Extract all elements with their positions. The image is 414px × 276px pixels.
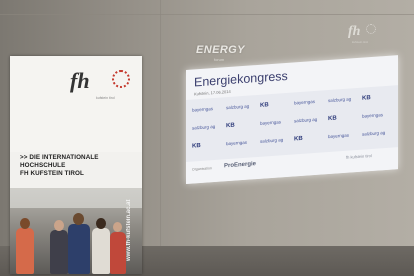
banner-photo [10,188,142,274]
student-figure [16,228,34,274]
energy-logo: ENERGY [196,44,245,56]
sponsor-logo: bayerngas [362,112,384,119]
screen-date: Kufstein, 17.06.2014 [194,88,231,97]
footer-logo: ProEnergie [224,161,257,170]
banner-tagline: >> DIE INTERNATIONALE HOCHSCHULE FH KUFS… [20,154,138,178]
footer-label: Organisation [192,166,212,172]
fh-logo-subtext: kufstein tirol [96,96,115,100]
projection-screen: Energiekongress Kufstein, 17.06.2014 bay… [186,55,398,185]
student-figure [68,224,90,274]
student-head [73,213,84,225]
sponsor-logo: KB [362,95,371,102]
banner-header: fh kufstein tirol [10,56,142,152]
student-figure [92,228,110,274]
student-figure [110,232,126,274]
student-head [96,218,106,229]
footer-right-logo: fh kufstein tirol [346,153,372,160]
screen-title: Energiekongress [194,68,288,90]
energy-logo-subtext: forum [214,57,225,62]
sun-icon [112,70,130,88]
fh-logo: fh [70,68,90,93]
tagline-line-2: FH KUFSTEIN TIROL [20,170,84,177]
student-figure [50,230,68,274]
sponsor-logo: salzburg ag [362,130,386,137]
student-head [20,218,30,229]
fh-wall-logo: fh [348,24,361,39]
student-head [113,222,122,232]
banner-url: www.fh-kufstein.ac.at [126,199,132,261]
wall-seam [160,0,161,246]
rollup-banner: fh kufstein tirol >> DIE INTERNATIONALE … [10,56,142,274]
building-facade [10,188,142,208]
wall-seam [0,14,414,15]
student-head [54,220,64,231]
tagline-line-1: >> DIE INTERNATIONALE HOCHSCHULE [20,154,99,169]
fh-wall-logo-subtext: kufstein tirol [352,40,369,44]
sun-icon [366,24,376,34]
